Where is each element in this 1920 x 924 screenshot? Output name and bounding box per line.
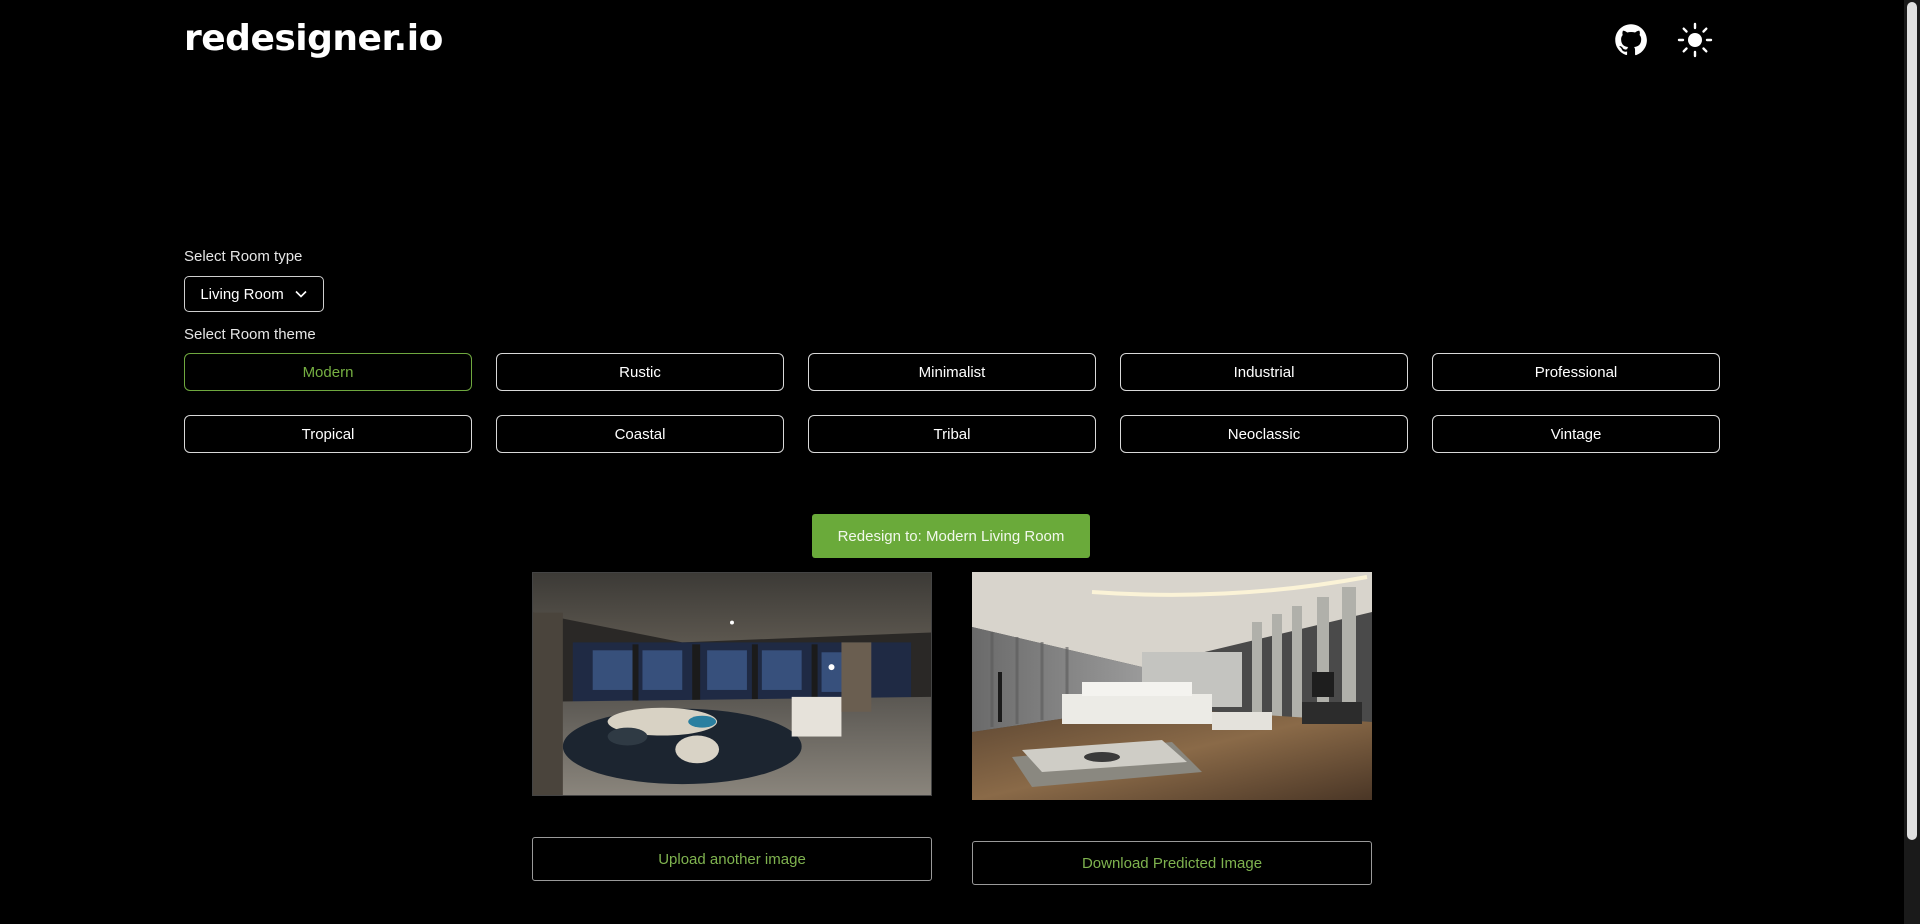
room-type-label: Select Room type (184, 248, 303, 265)
room-type-value: Living Room (200, 285, 284, 303)
theme-button-tropical[interactable]: Tropical (184, 415, 472, 453)
redesign-button[interactable]: Redesign to: Modern Living Room (812, 514, 1090, 558)
theme-button-professional[interactable]: Professional (1432, 353, 1720, 391)
scrollbar-thumb[interactable] (1907, 2, 1917, 840)
app-logo[interactable]: redesigner.io (184, 18, 443, 59)
predicted-room-image (972, 572, 1372, 800)
vertical-scrollbar[interactable] (1904, 0, 1920, 924)
theme-button-minimalist[interactable]: Minimalist (808, 353, 1096, 391)
theme-button-modern[interactable]: Modern (184, 353, 472, 391)
theme-button-tribal[interactable]: Tribal (808, 415, 1096, 453)
theme-button-industrial[interactable]: Industrial (1120, 353, 1408, 391)
sun-icon[interactable] (1677, 22, 1713, 58)
upload-another-image-button[interactable]: Upload another image (532, 837, 932, 881)
download-predicted-image-button[interactable]: Download Predicted Image (972, 841, 1372, 885)
original-room-image (532, 572, 932, 796)
theme-button-neoclassic[interactable]: Neoclassic (1120, 415, 1408, 453)
theme-button-rustic[interactable]: Rustic (496, 353, 784, 391)
room-type-select[interactable]: Living Room (184, 276, 324, 312)
github-icon[interactable] (1613, 22, 1649, 58)
room-theme-label: Select Room theme (184, 326, 316, 343)
chevron-down-icon (295, 290, 307, 298)
theme-button-vintage[interactable]: Vintage (1432, 415, 1720, 453)
theme-button-coastal[interactable]: Coastal (496, 415, 784, 453)
theme-options: Modern Rustic Minimalist Industrial Prof… (184, 353, 1720, 453)
